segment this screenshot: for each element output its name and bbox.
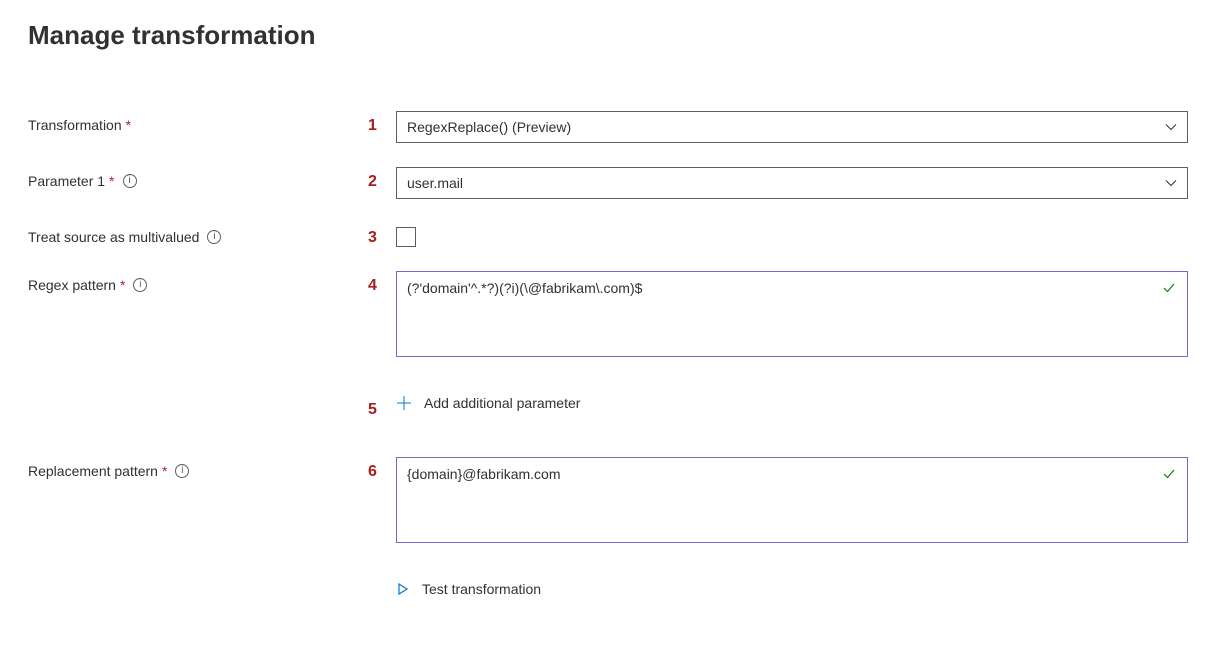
row-add-parameter: 5 Add additional parameter <box>28 395 1188 419</box>
plus-icon <box>396 395 412 411</box>
info-icon[interactable]: i <box>123 174 137 188</box>
info-icon[interactable]: i <box>207 230 221 244</box>
play-icon <box>396 582 410 596</box>
row-test-transformation: Test transformation <box>28 581 1188 597</box>
row-parameter1: Parameter 1 * i 2 user.mail <box>28 167 1188 199</box>
transformation-dropdown[interactable]: RegexReplace() (Preview) <box>396 111 1188 143</box>
row-regex-pattern: Regex pattern * i 4 (?'domain'^.*?)(?i)(… <box>28 271 1188 357</box>
checkmark-icon <box>1162 467 1176 481</box>
callout-1: 1 <box>368 111 396 135</box>
regex-pattern-input[interactable]: (?'domain'^.*?)(?i)(\@fabrikam\.com)$ <box>396 271 1188 357</box>
callout-2: 2 <box>368 167 396 191</box>
chevron-down-icon <box>1165 177 1177 189</box>
required-indicator: * <box>162 463 167 479</box>
link-text: Add additional parameter <box>424 395 580 411</box>
row-multivalued: Treat source as multivalued i 3 <box>28 223 1188 247</box>
label-text: Replacement pattern <box>28 463 158 479</box>
info-icon[interactable]: i <box>175 464 189 478</box>
row-replacement-pattern: Replacement pattern * i 6 {domain}@fabri… <box>28 457 1188 543</box>
label-regex-pattern: Regex pattern * i <box>28 271 368 293</box>
required-indicator: * <box>120 277 125 293</box>
required-indicator: * <box>126 117 131 133</box>
chevron-down-icon <box>1165 121 1177 133</box>
row-transformation: Transformation * 1 RegexReplace() (Previ… <box>28 111 1188 143</box>
info-icon[interactable]: i <box>133 278 147 292</box>
label-text: Parameter 1 <box>28 173 105 189</box>
callout-5: 5 <box>368 395 396 419</box>
page-title: Manage transformation <box>28 20 1188 51</box>
test-transformation-link[interactable]: Test transformation <box>396 581 541 597</box>
callout-3: 3 <box>368 223 396 247</box>
multivalued-checkbox[interactable] <box>396 227 416 247</box>
checkmark-icon <box>1162 281 1176 295</box>
dropdown-value: user.mail <box>407 175 463 191</box>
replacement-pattern-input[interactable]: {domain}@fabrikam.com <box>396 457 1188 543</box>
dropdown-value: RegexReplace() (Preview) <box>407 119 571 135</box>
add-parameter-link[interactable]: Add additional parameter <box>396 395 580 411</box>
label-text: Treat source as multivalued <box>28 229 199 245</box>
callout-4: 4 <box>368 271 396 295</box>
parameter1-dropdown[interactable]: user.mail <box>396 167 1188 199</box>
label-transformation: Transformation * <box>28 111 368 133</box>
label-text: Transformation <box>28 117 122 133</box>
required-indicator: * <box>109 173 114 189</box>
label-parameter1: Parameter 1 * i <box>28 167 368 189</box>
label-multivalued: Treat source as multivalued i <box>28 223 368 245</box>
callout-6: 6 <box>368 457 396 481</box>
label-text: Regex pattern <box>28 277 116 293</box>
label-replacement-pattern: Replacement pattern * i <box>28 457 368 479</box>
link-text: Test transformation <box>422 581 541 597</box>
